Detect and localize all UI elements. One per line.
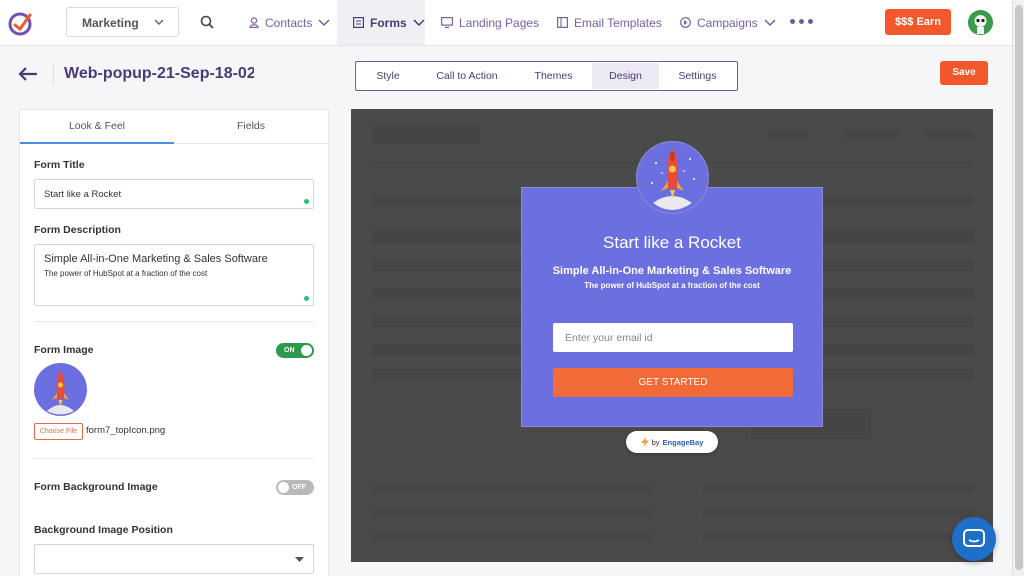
status-dot [304, 296, 309, 301]
template-icon [557, 17, 568, 28]
popup-card: Start like a Rocket Simple All-in-One Ma… [521, 187, 823, 427]
divider [34, 458, 314, 459]
design-panel: Look & Feel Fields Form Title Start like… [19, 109, 329, 576]
background-position-select[interactable] [34, 544, 314, 574]
workspace-selector[interactable]: Marketing [66, 7, 179, 37]
popup-subtitle: Simple All-in-One Marketing & Sales Soft… [552, 265, 792, 277]
tab-fields[interactable]: Fields [174, 110, 328, 144]
form-description-line2: The power of HubSpot at a fraction of th… [44, 269, 208, 278]
nav-landing-pages[interactable]: Landing Pages [441, 0, 539, 45]
tab-themes[interactable]: Themes [515, 63, 592, 89]
tab-style[interactable]: Style [357, 63, 419, 89]
tab-settings[interactable]: Settings [659, 63, 736, 89]
popup-title: Start like a Rocket [603, 233, 741, 252]
tab-design[interactable]: Design [592, 63, 659, 89]
file-name: form7_topIcon.png [86, 425, 166, 436]
chevron-down-icon [318, 18, 330, 26]
editor-tabs: Style Call to Action Themes Design Setti… [355, 61, 738, 91]
chat-icon [963, 529, 985, 547]
avatar[interactable] [968, 10, 993, 35]
person-icon [249, 17, 259, 28]
nav-contacts[interactable]: Contacts [249, 0, 330, 45]
popup-email-input[interactable]: Enter your email id [553, 323, 793, 352]
page-title: Web-popup-21-Sep-18-02... [64, 65, 254, 82]
nav-campaigns[interactable]: Campaigns [680, 0, 776, 45]
status-dot [304, 199, 309, 204]
toggle-state: OFF [292, 484, 306, 491]
form-image-toggle[interactable]: ON [276, 343, 314, 358]
engagebay-branding[interactable]: by EngageBay [626, 431, 718, 453]
caret-down-icon [295, 557, 304, 562]
background-image-label: Form Background Image [34, 481, 158, 493]
monitor-icon [441, 17, 453, 28]
popup-description: The power of HubSpot at a fraction of th… [584, 281, 760, 290]
nav-contacts-label: Contacts [265, 15, 313, 30]
campaign-icon [680, 17, 691, 28]
nav-email-templates[interactable]: Email Templates [557, 0, 662, 45]
nav-forms-label: Forms [370, 15, 407, 30]
user-avatar-icon [968, 10, 993, 35]
branding-name: EngageBay [662, 437, 704, 447]
lightning-icon [640, 437, 649, 447]
get-started-button[interactable]: GET STARTED [553, 368, 793, 397]
form-title-value: Start like a Rocket [44, 189, 122, 200]
search-icon[interactable] [200, 15, 214, 29]
choose-file-button[interactable]: Choose File [34, 423, 83, 440]
save-button[interactable]: Save [940, 61, 988, 85]
tab-look-and-feel[interactable]: Look & Feel [20, 110, 174, 144]
nav-landing-pages-label: Landing Pages [459, 15, 540, 30]
background-position-label: Background Image Position [34, 524, 173, 536]
chevron-down-icon [154, 19, 164, 26]
page-scrollbar[interactable] [1012, 0, 1024, 576]
form-description-line1: Simple All-in-One Marketing & Sales Soft… [44, 253, 268, 265]
form-image-label: Form Image [34, 344, 94, 356]
toggle-state: ON [284, 347, 295, 354]
branding-prefix: by [651, 437, 660, 447]
tab-call-to-action[interactable]: Call to Action [419, 63, 515, 89]
back-arrow-icon[interactable] [18, 66, 38, 82]
chevron-down-icon [764, 18, 776, 26]
chevron-down-icon [413, 18, 425, 26]
earn-button[interactable]: $$$ Earn [885, 9, 951, 35]
more-menu-icon[interactable] [790, 19, 813, 24]
form-title-input[interactable]: Start like a Rocket [34, 179, 314, 209]
divider [34, 321, 314, 322]
panel-tabs: Look & Feel Fields [20, 110, 328, 144]
divider [53, 63, 54, 85]
popup-preview: Start like a Rocket Simple All-in-One Ma… [351, 109, 993, 562]
nav-email-templates-label: Email Templates [574, 15, 662, 30]
form-description-textarea[interactable]: Simple All-in-One Marketing & Sales Soft… [34, 244, 314, 306]
rocket-icon [636, 141, 709, 214]
top-navbar: Marketing Contacts Forms Landing Pages E… [0, 0, 1012, 46]
nav-forms[interactable]: Forms [337, 0, 425, 45]
chat-launcher-button[interactable] [952, 517, 996, 561]
form-image-thumbnail [34, 363, 87, 416]
background-image-toggle[interactable]: OFF [276, 480, 314, 495]
nav-campaigns-label: Campaigns [697, 15, 758, 30]
form-description-label: Form Description [34, 224, 121, 236]
workspace-label: Marketing [82, 16, 139, 30]
form-icon [353, 17, 364, 28]
engagebay-logo-icon[interactable] [8, 10, 34, 36]
form-title-label: Form Title [34, 159, 85, 171]
